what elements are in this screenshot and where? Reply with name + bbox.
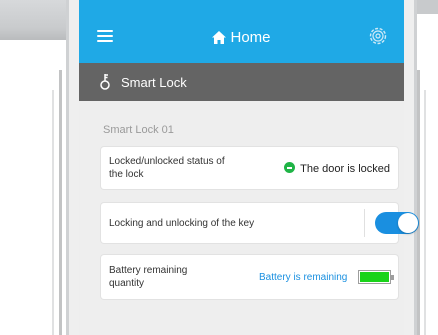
key-icon [100, 74, 110, 90]
app-screen: Home Smart Lock Smart Lock 01 Locked/unl… [79, 0, 419, 335]
lock-status-value: The door is locked [284, 162, 390, 175]
section-title: Smart Lock [121, 75, 187, 90]
battery-label: Battery remaining quantity [109, 265, 188, 289]
phone-frame: Home Smart Lock Smart Lock 01 Locked/unl… [66, 0, 419, 335]
app-header: Home [79, 0, 404, 63]
background-edge [52, 90, 54, 335]
battery-card: Battery remaining quantity Battery is re… [101, 255, 398, 299]
lock-status-card: Locked/unlocked status of the lock The d… [101, 147, 398, 189]
lock-status-text: The door is locked [300, 163, 390, 175]
key-control-card: Locking and unlocking of the key [101, 203, 419, 243]
key-control-label: Locking and unlocking of the key [109, 218, 255, 229]
section-header: Smart Lock [79, 63, 404, 101]
gear-icon[interactable] [367, 25, 389, 47]
battery-level-fill [360, 272, 389, 282]
header-title: Home [79, 29, 404, 46]
background-edge [424, 90, 426, 335]
device-name: Smart Lock 01 [103, 124, 174, 136]
home-icon [212, 31, 227, 44]
background-edge [59, 70, 62, 335]
divider [364, 209, 365, 237]
toggle-knob [398, 213, 418, 233]
page-title: Home [230, 29, 271, 46]
background-edge [417, 70, 420, 335]
lock-toggle[interactable] [375, 212, 419, 234]
battery-status-text: Battery is remaining [259, 272, 348, 283]
battery-icon [358, 270, 394, 284]
battery-tip [391, 275, 394, 280]
background-wall [0, 0, 66, 40]
locked-status-icon [284, 162, 296, 173]
lock-status-label: Locked/unlocked status of the lock [109, 156, 225, 180]
